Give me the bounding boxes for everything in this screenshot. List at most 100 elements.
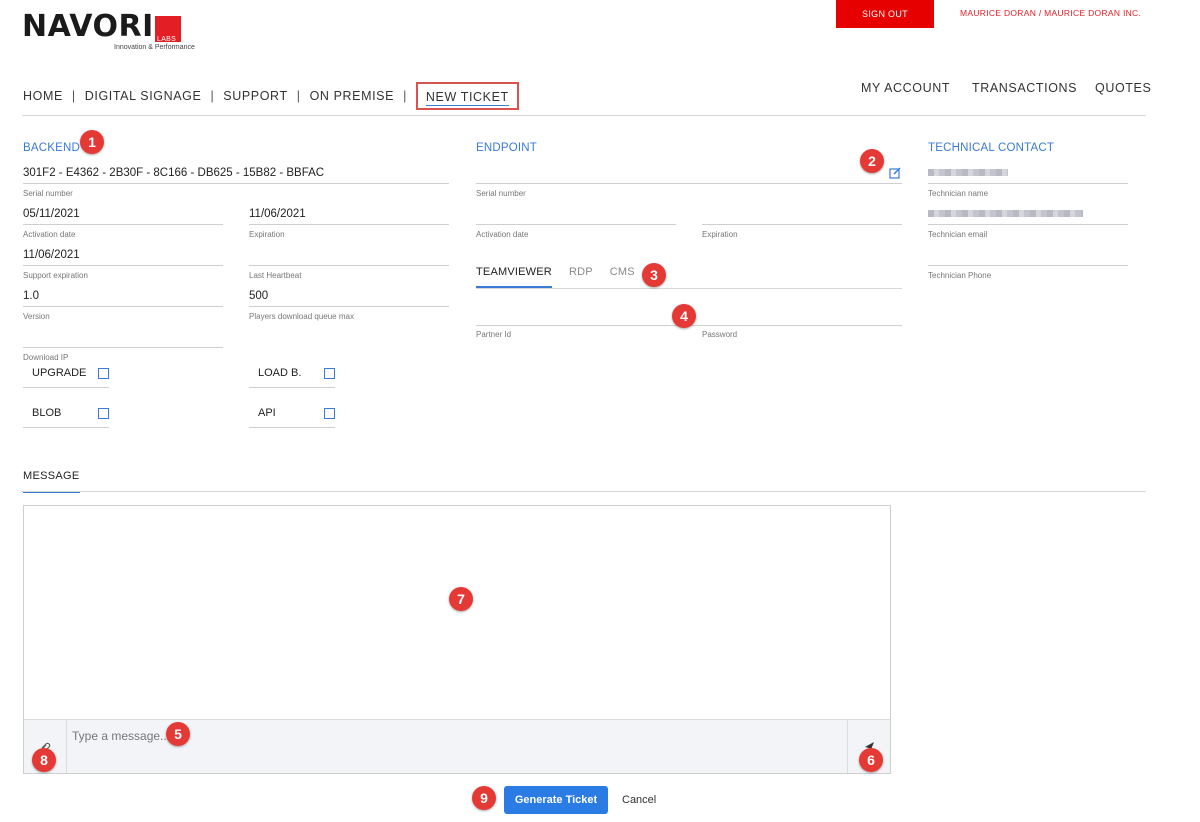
download-ip-value (23, 330, 223, 344)
nav-item-support[interactable]: SUPPORT (223, 89, 287, 103)
message-composer (24, 719, 890, 773)
user-account-link[interactable]: MAURICE DORAN / MAURICE DORAN INC. (960, 8, 1141, 18)
option-upgrade-label: UPGRADE (32, 367, 87, 379)
field-underline (23, 224, 223, 225)
nav-separator: | (71, 89, 76, 103)
brand-name: NAVORI (22, 9, 154, 44)
redacted-text (928, 210, 1083, 218)
option-api-checkbox[interactable] (324, 408, 335, 419)
technician-phone-value (928, 248, 1128, 262)
nav-item-transactions[interactable]: TRANSACTIONS (972, 81, 1077, 95)
activation-date-field[interactable]: 05/11/2021 Activation date (23, 207, 223, 239)
callout-badge: 7 (449, 587, 473, 611)
password-label-text: Password (702, 330, 738, 339)
technician-phone-field[interactable]: Technician Phone (928, 248, 1128, 280)
header-divider (22, 115, 1146, 116)
option-load-balancer-label: LOAD B. (258, 367, 302, 379)
nav-item-quotes[interactable]: QUOTES (1095, 81, 1151, 95)
expiration-field[interactable]: 11/06/2021 Expiration (249, 207, 449, 239)
expiration-label: Expiration (249, 230, 285, 239)
last-heartbeat-label: Last Heartbeat (249, 271, 302, 280)
message-thread[interactable] (23, 505, 891, 774)
callout-badge: 2 (860, 149, 884, 173)
callout-badge: 8 (32, 748, 56, 772)
last-heartbeat-field[interactable]: Last Heartbeat (249, 248, 449, 280)
version-field[interactable]: 1.0 Version (23, 289, 223, 321)
endpoint-expiration-value (702, 207, 902, 221)
password-label: Password (702, 325, 737, 339)
field-underline (23, 306, 223, 307)
queue-max-value: 500 (249, 290, 269, 302)
generate-ticket-button[interactable]: Generate Ticket (504, 786, 608, 814)
message-divider (22, 491, 1146, 492)
option-load-balancer-checkbox[interactable] (324, 368, 335, 379)
technician-email-label: Technician email (928, 230, 988, 239)
field-underline (928, 265, 1128, 266)
backend-serial-value: 301F2 - E4362 - 2B30F - 8C166 - DB625 - … (23, 167, 325, 179)
endpoint-activation-field[interactable]: Activation date (476, 207, 676, 239)
option-blob-label: BLOB (32, 407, 62, 419)
field-underline (23, 427, 109, 428)
technician-name-field[interactable]: Technician name (928, 166, 1128, 198)
callout-badge: 5 (166, 722, 190, 746)
field-underline (249, 224, 449, 225)
option-blob-checkbox[interactable] (98, 408, 109, 419)
activation-date-value: 05/11/2021 (23, 208, 80, 220)
nav-item-on-premise[interactable]: ON PREMISE (310, 89, 395, 103)
callout-badge: 3 (642, 263, 666, 287)
tab-cms[interactable]: CMS (610, 266, 635, 288)
backend-serial-label: Serial number (23, 189, 73, 198)
field-underline (249, 387, 335, 388)
expiration-value: 11/06/2021 (249, 208, 306, 220)
tab-message[interactable]: MESSAGE (23, 470, 80, 493)
endpoint-activation-label: Activation date (476, 230, 529, 239)
brand-tagline: Innovation & Performance (114, 44, 195, 51)
technician-name-value (928, 166, 1128, 180)
nav-item-my-account[interactable]: MY ACCOUNT (861, 81, 950, 95)
callout-badge: 4 (672, 304, 696, 328)
option-upgrade-checkbox[interactable] (98, 368, 109, 379)
version-value: 1.0 (23, 290, 39, 302)
field-underline (476, 183, 902, 184)
partner-id-label-text: Partner Id (476, 330, 512, 339)
support-expiration-field[interactable]: 11/06/2021 Support expiration (23, 248, 223, 280)
callout-badge: 1 (80, 130, 104, 154)
version-label: Version (23, 312, 50, 321)
endpoint-expiration-field[interactable]: Expiration (702, 207, 902, 239)
queue-max-field[interactable]: 500 Players download queue max (249, 289, 449, 321)
backend-serial-field[interactable]: 301F2 - E4362 - 2B30F - 8C166 - DB625 - … (23, 166, 449, 198)
nav-separator: | (403, 89, 407, 103)
remote-access-tabs: TEAMVIEWER RDP CMS (476, 266, 652, 288)
field-underline (23, 347, 223, 348)
brand-labs: LABS (157, 36, 177, 43)
support-expiration-label: Support expiration (23, 271, 88, 280)
endpoint-activation-value (476, 207, 676, 221)
nav-item-digital-signage[interactable]: DIGITAL SIGNAGE (85, 89, 202, 103)
tab-rdp[interactable]: RDP (569, 266, 593, 288)
technician-name-label: Technician name (928, 189, 989, 198)
nav-separator: | (210, 89, 215, 103)
endpoint-expiration-label: Expiration (702, 230, 738, 239)
field-underline (928, 224, 1128, 225)
nav-item-home[interactable]: HOME (23, 89, 63, 103)
brand-logo[interactable]: NAVORI LABS Innovation & Performance (22, 9, 195, 54)
queue-max-label: Players download queue max (249, 312, 354, 321)
callout-badge: 6 (859, 748, 883, 772)
field-underline (249, 306, 449, 307)
technician-email-field[interactable]: Technician email (928, 207, 1128, 239)
endpoint-serial-label: Serial number (476, 189, 526, 198)
activation-date-label: Activation date (23, 230, 76, 239)
redacted-text (928, 169, 1008, 177)
sign-out-button[interactable]: SIGN OUT (836, 0, 934, 28)
cancel-link[interactable]: Cancel (622, 794, 656, 806)
support-expiration-value: 11/06/2021 (23, 249, 80, 261)
nav-item-new-ticket[interactable]: NEW TICKET (415, 82, 519, 110)
tab-teamviewer[interactable]: TEAMVIEWER (476, 266, 552, 288)
field-underline (249, 427, 335, 428)
nav-item-new-ticket-label: NEW TICKET (425, 90, 509, 106)
endpoint-serial-field[interactable]: Serial number (476, 166, 902, 198)
endpoint-serial-value (476, 166, 902, 180)
field-underline (249, 265, 449, 266)
download-ip-field[interactable]: Download IP (23, 330, 223, 362)
technician-email-value (928, 207, 1128, 221)
